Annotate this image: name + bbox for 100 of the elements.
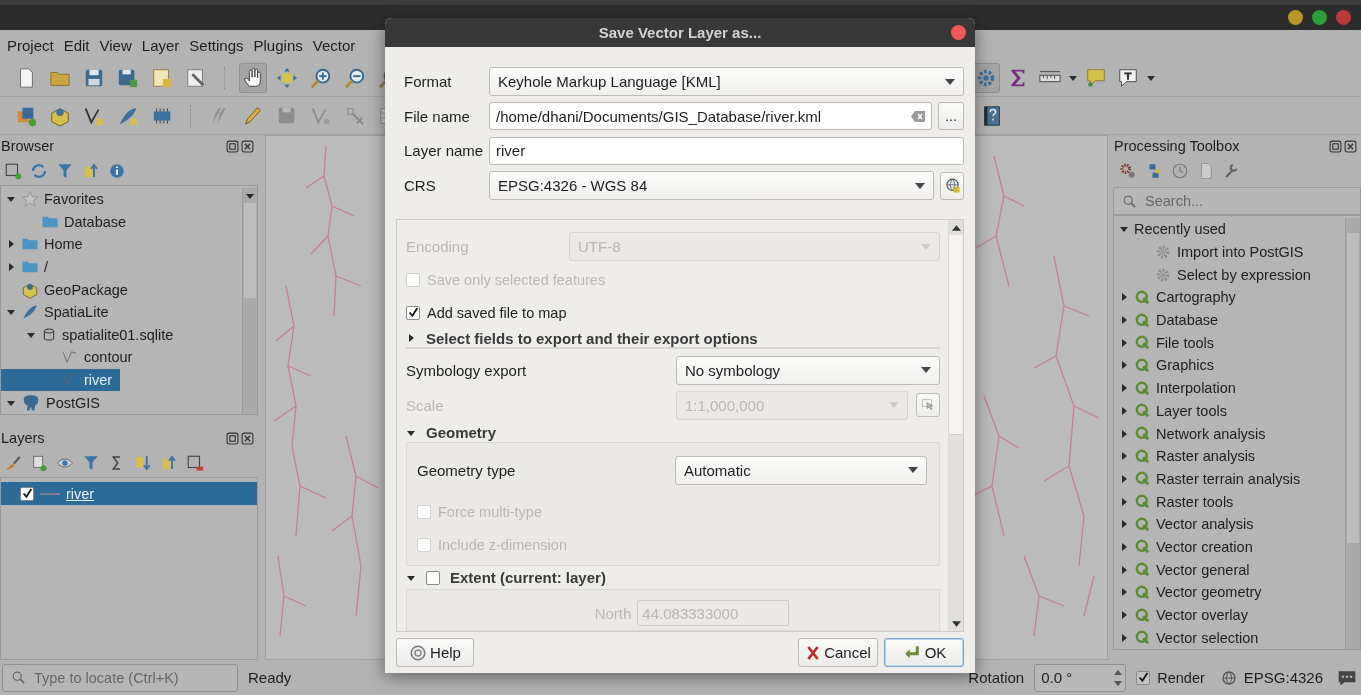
- tree-item[interactable]: Interpolation: [1114, 376, 1244, 400]
- close-icon[interactable]: [241, 139, 254, 153]
- expand-arrow-icon[interactable]: [1119, 337, 1129, 348]
- minimize-button[interactable]: [1288, 10, 1303, 25]
- tree-item[interactable]: Network analysis: [1114, 422, 1274, 445]
- expand-arrow-icon[interactable]: [1119, 632, 1129, 643]
- text-annotation-icon[interactable]: [1117, 67, 1139, 89]
- menu-item[interactable]: Layer: [136, 36, 185, 54]
- close-icon[interactable]: [241, 431, 254, 445]
- tree-item[interactable]: spatialite01.sqlite: [1, 323, 182, 347]
- crs-select-button[interactable]: [940, 171, 964, 200]
- zoom-out-icon[interactable]: [344, 67, 366, 89]
- section-title[interactable]: Extent (current: layer): [450, 569, 606, 586]
- add-selected-icon[interactable]: [4, 162, 22, 180]
- checkbox[interactable]: [1136, 670, 1151, 685]
- tree-item[interactable]: Vector overlay: [1114, 603, 1256, 627]
- browse-button[interactable]: ...: [938, 102, 964, 131]
- layout-icon[interactable]: [151, 67, 173, 89]
- rotation-field[interactable]: 0.0 °: [1034, 663, 1127, 692]
- search-field[interactable]: Search...: [1145, 193, 1360, 209]
- expand-arrow-icon[interactable]: [1119, 519, 1129, 530]
- scrollbar[interactable]: [1345, 218, 1360, 649]
- save-icon[interactable]: [83, 67, 105, 89]
- save-as-icon[interactable]: [117, 67, 139, 89]
- menu-item[interactable]: Settings: [184, 36, 249, 54]
- locator-field[interactable]: Type to locate (Ctrl+K): [34, 669, 237, 686]
- menu-item[interactable]: Edit: [58, 36, 95, 54]
- expand-arrow-icon[interactable]: [1119, 541, 1129, 552]
- help-button[interactable]: Help: [396, 638, 474, 667]
- maximize-button[interactable]: [1312, 10, 1327, 25]
- tree-item[interactable]: river: [1, 368, 121, 392]
- style-brush-icon[interactable]: [4, 454, 22, 472]
- crs-label[interactable]: EPSG:4326: [1243, 669, 1323, 686]
- ok-button[interactable]: OK: [884, 638, 964, 667]
- expand-arrow-icon[interactable]: [1119, 405, 1129, 416]
- tree-item[interactable]: Vector analysis: [1114, 512, 1262, 536]
- expand-arrow-icon[interactable]: [1119, 292, 1129, 303]
- tree-item[interactable]: Vector creation: [1114, 535, 1261, 559]
- expand-arrow-icon[interactable]: [1119, 428, 1129, 439]
- tree-item[interactable]: File tools: [1114, 331, 1223, 355]
- expand-arrow-icon[interactable]: [1119, 451, 1129, 462]
- tree-item[interactable]: Vector selection: [1114, 626, 1267, 649]
- tree-item[interactable]: Raster tools: [1114, 490, 1242, 513]
- add-group-icon[interactable]: [30, 454, 48, 472]
- menu-item[interactable]: Vector: [307, 36, 361, 54]
- close-button[interactable]: [951, 25, 966, 40]
- tree-item[interactable]: PostGIS: [1, 391, 108, 414]
- layout-manager-icon[interactable]: [185, 67, 207, 89]
- close-button[interactable]: [1336, 10, 1351, 25]
- tree-item[interactable]: Raster analysis: [1114, 444, 1264, 468]
- collapse-all-icon[interactable]: [82, 162, 100, 180]
- tree-item[interactable]: contour: [1, 346, 141, 369]
- tree-item[interactable]: Import into PostGIS: [1114, 240, 1312, 264]
- remove-layer-icon[interactable]: [186, 454, 204, 472]
- tree-item[interactable]: Raster terrain analysis: [1114, 467, 1309, 491]
- expand-arrow-icon[interactable]: [1119, 587, 1129, 598]
- locator-box[interactable]: Type to locate (Ctrl+K): [2, 663, 238, 692]
- tree-item[interactable]: Vector general: [1114, 558, 1258, 581]
- tree-item[interactable]: Favorites: [1, 188, 112, 211]
- geometry-type-dropdown[interactable]: Automatic: [675, 455, 927, 485]
- collapse-all-icon[interactable]: [160, 454, 178, 472]
- tree-item[interactable]: /: [1, 255, 57, 279]
- expand-arrow-icon[interactable]: [406, 333, 416, 344]
- format-dropdown[interactable]: Keyhole Markup Language [KML]: [489, 67, 964, 96]
- zoom-in-icon[interactable]: [310, 67, 332, 89]
- float-icon[interactable]: [226, 431, 239, 445]
- help-icon[interactable]: [981, 104, 1003, 127]
- cancel-button[interactable]: Cancel: [798, 638, 878, 667]
- file-name-field[interactable]: /home/dhani/Documents/GIS_Database/river.kml: [489, 102, 932, 131]
- tree-item[interactable]: Select by expression: [1114, 263, 1319, 287]
- checkbox[interactable]: [406, 305, 420, 320]
- expand-arrow-icon[interactable]: [1119, 610, 1129, 621]
- pan-to-selection-icon[interactable]: [276, 67, 298, 89]
- symbology-dropdown[interactable]: No symbology: [676, 355, 940, 385]
- caret-icon[interactable]: [1068, 73, 1078, 83]
- gears-icon[interactable]: [1119, 162, 1137, 180]
- expand-arrow-icon[interactable]: [6, 239, 16, 250]
- tree-item[interactable]: GeoPackage: [1, 278, 136, 301]
- pan-tool-button[interactable]: [239, 63, 267, 93]
- expand-arrow-icon[interactable]: [1119, 383, 1129, 394]
- tree-item[interactable]: Database: [1, 210, 135, 234]
- tree-item[interactable]: Home: [1, 233, 91, 256]
- tree-item[interactable]: Graphics: [1114, 354, 1223, 377]
- clear-icon[interactable]: [911, 110, 925, 122]
- expand-arrow-icon[interactable]: [6, 262, 16, 273]
- menu-item[interactable]: Project: [2, 36, 59, 54]
- checkbox[interactable]: [426, 570, 440, 585]
- expand-arrow-icon[interactable]: [1119, 564, 1129, 575]
- tree-item[interactable]: SpatiaLite: [1, 300, 117, 324]
- tree-item[interactable]: Database: [1114, 308, 1227, 332]
- expand-all-icon[interactable]: [134, 454, 152, 472]
- info-icon[interactable]: [108, 162, 126, 180]
- caret-icon[interactable]: [1146, 73, 1156, 83]
- expand-arrow-icon[interactable]: [1119, 360, 1129, 371]
- expand-arrow-icon[interactable]: [1119, 496, 1129, 507]
- tree-item[interactable]: Vector geometry: [1114, 581, 1270, 604]
- section-title[interactable]: Select fields to export and their export options: [426, 329, 758, 347]
- checkbox[interactable]: [20, 486, 34, 501]
- legend-row[interactable]: river: [1, 482, 257, 505]
- tree-item[interactable]: Layer tools: [1114, 399, 1235, 423]
